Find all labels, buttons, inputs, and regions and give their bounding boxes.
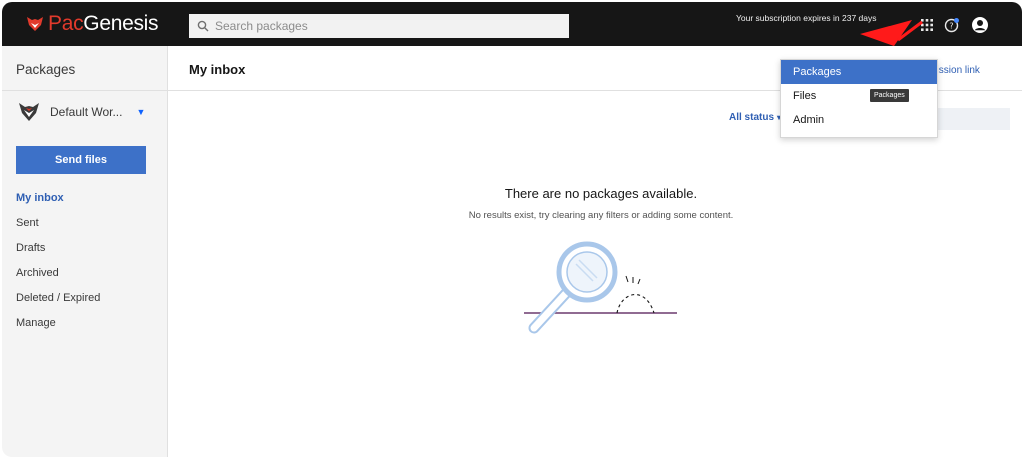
sidebar-title: Packages — [16, 62, 76, 77]
workspace-selector[interactable]: Default Wor... ▼ — [18, 102, 145, 122]
menu-item-files[interactable]: Files — [781, 84, 937, 108]
status-filter-label: All status▾ — [729, 112, 781, 123]
sidebar-item-archived[interactable]: Archived — [16, 265, 100, 290]
search-icon — [197, 20, 209, 32]
sidebar-item-my-inbox[interactable]: My inbox — [16, 190, 100, 215]
app-switcher-menu: Packages Files Admin — [780, 59, 938, 138]
sidebar-item-deleted-expired[interactable]: Deleted / Expired — [16, 290, 100, 315]
filter-input[interactable] — [935, 108, 1010, 130]
user-avatar-icon[interactable] — [971, 16, 989, 34]
sidebar-item-drafts[interactable]: Drafts — [16, 240, 100, 265]
empty-state-title: There are no packages available. — [504, 186, 698, 201]
sidebar-divider — [2, 90, 168, 91]
caret-down-icon: ▼ — [136, 107, 146, 117]
empty-state-subtitle: No results exist, try clearing any filte… — [468, 210, 734, 221]
search-bar[interactable] — [189, 14, 569, 38]
sidebar-item-sent[interactable]: Sent — [16, 215, 100, 240]
pacgenesis-logo[interactable]: PacGenesis — [26, 11, 159, 37]
workspace-name: Default Wor... — [50, 105, 123, 119]
sidebar: Packages Default Wor... ▼ Send files My … — [2, 46, 168, 457]
app-window: PacGenesis Your subscription expires in … — [2, 2, 1022, 457]
sidebar-item-manage[interactable]: Manage — [16, 315, 100, 340]
tooltip: Packages — [870, 89, 909, 102]
red-arrow-annotation-icon — [860, 20, 923, 46]
search-input[interactable] — [215, 19, 555, 33]
page-title: My inbox — [189, 62, 246, 77]
status-filter[interactable]: All status▾ — [729, 112, 781, 123]
svg-text:?: ? — [949, 22, 953, 31]
menu-item-admin[interactable]: Admin — [781, 108, 937, 132]
fox-logo-icon — [27, 17, 43, 31]
sidebar-nav: My inbox Sent Drafts Archived Deleted / … — [16, 190, 100, 340]
send-files-button[interactable]: Send files — [16, 146, 146, 174]
fox-logo-icon — [19, 103, 39, 121]
help-icon[interactable]: ? — [944, 17, 960, 33]
logo-text: PacGenesis — [48, 12, 159, 35]
magnifying-glass-illustration-icon — [524, 241, 677, 334]
